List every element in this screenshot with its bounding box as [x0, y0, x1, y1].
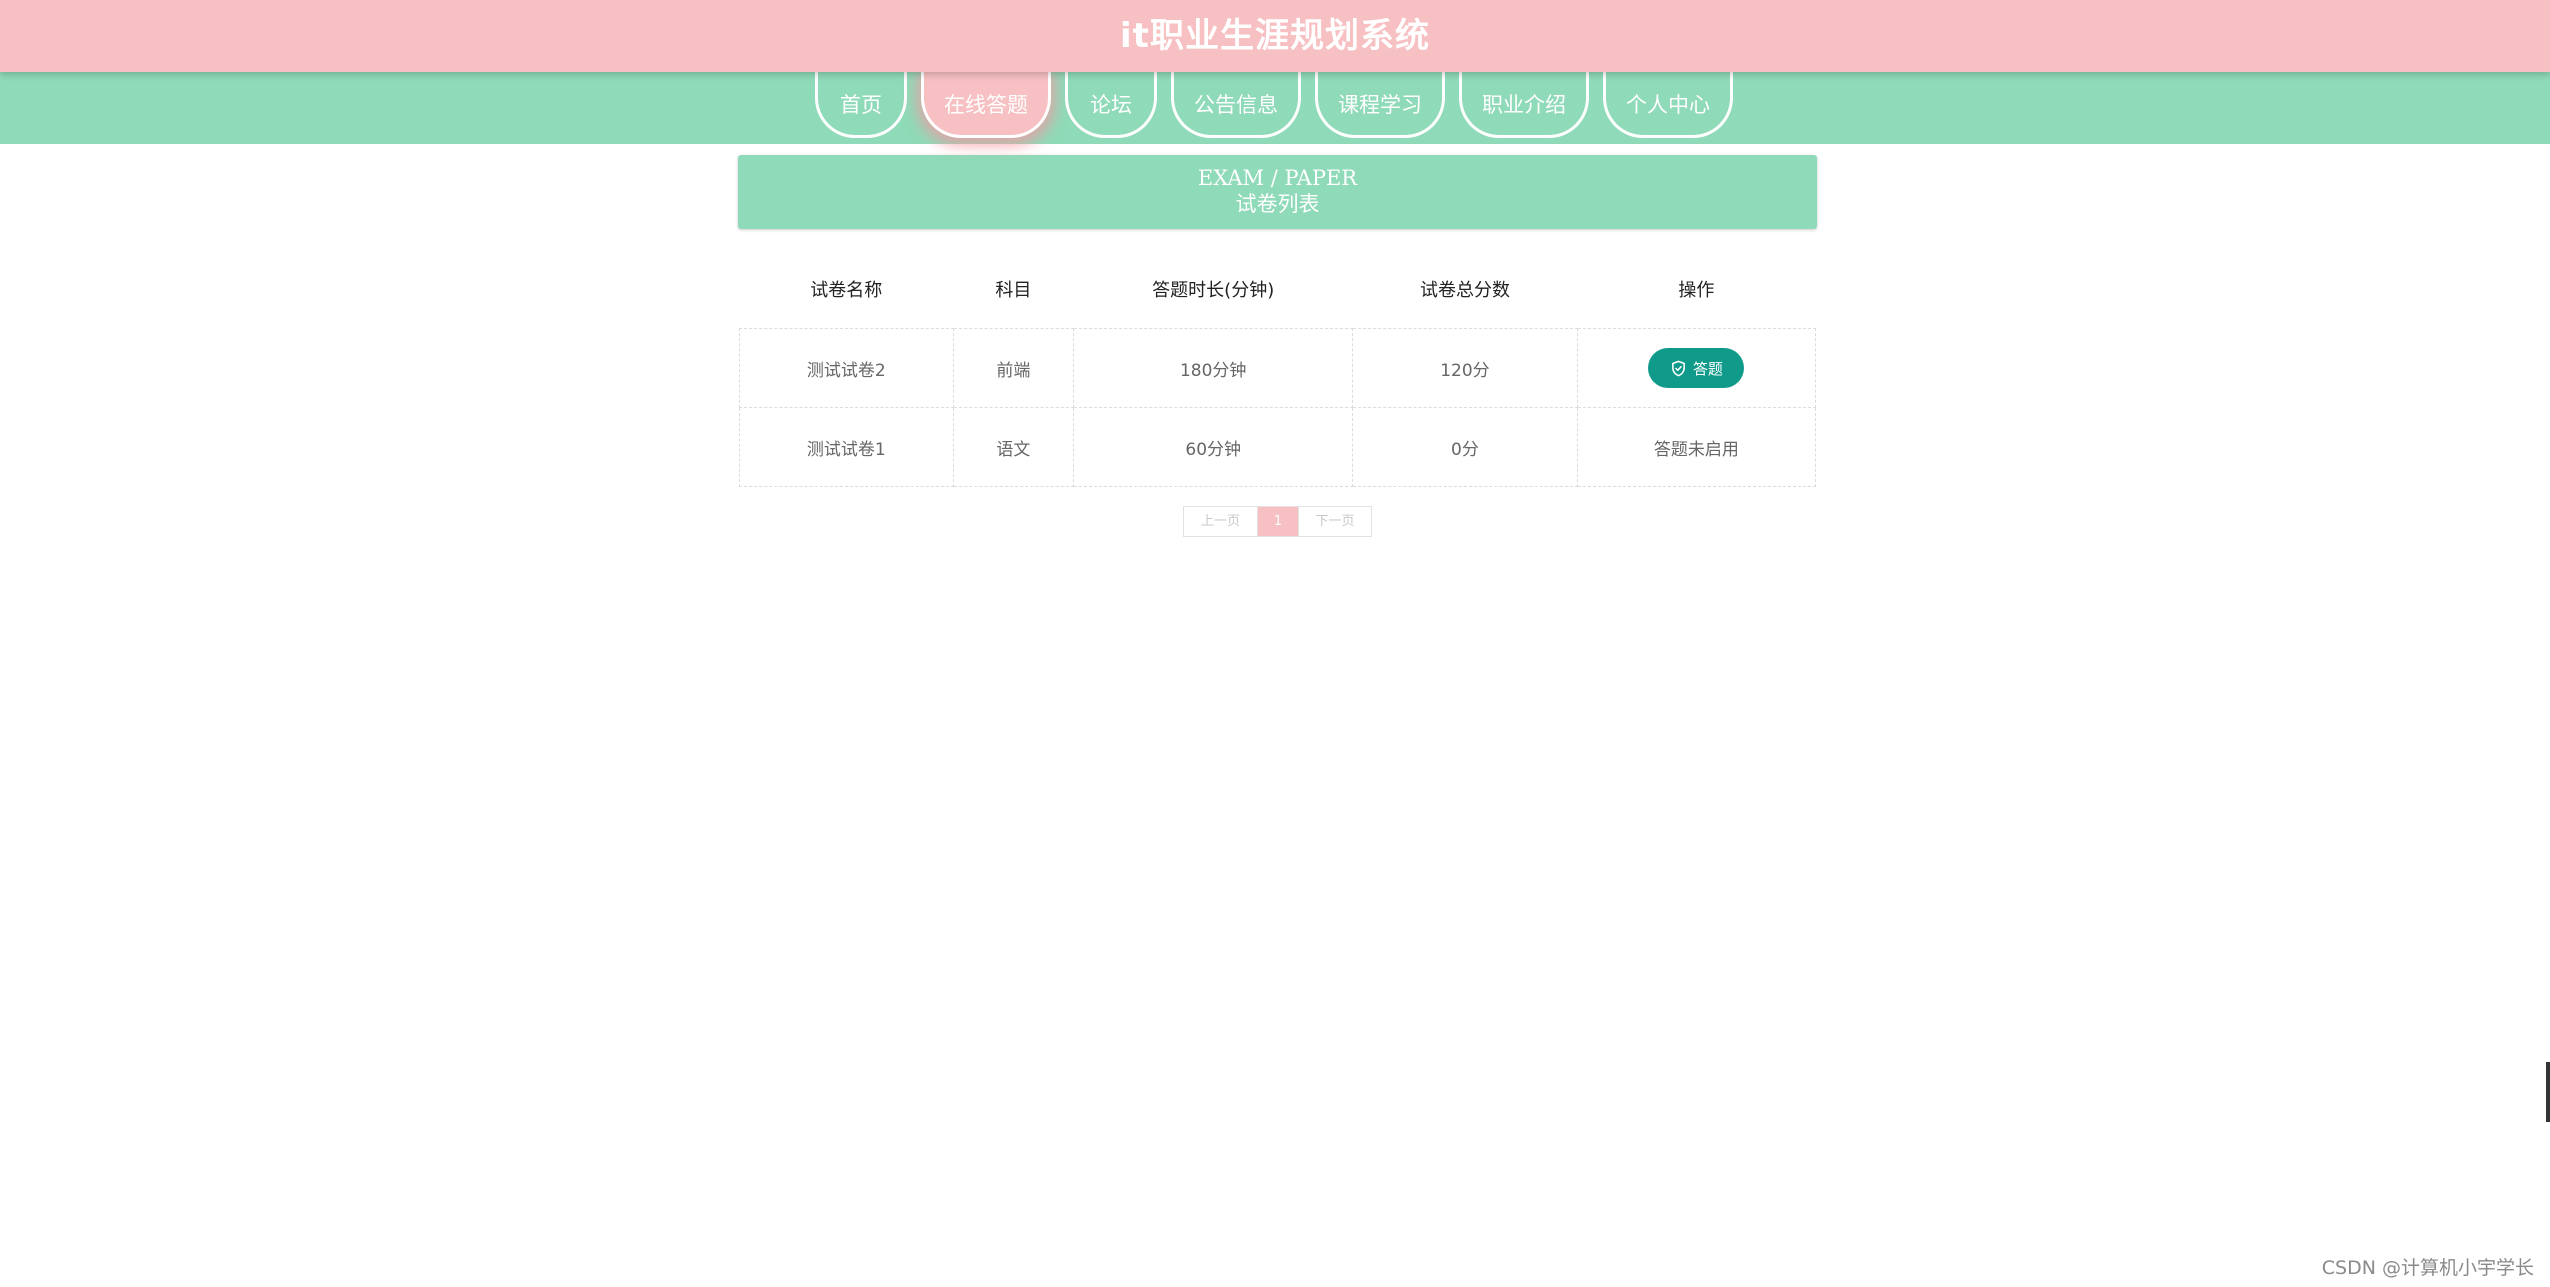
exam-list-table: 试卷名称 科目 答题时长(分钟) 试卷总分数 操作 测试试卷2 前端 180分钟…: [739, 250, 1817, 487]
main-nav: 首页 在线答题 论坛 公告信息 课程学习 职业介绍 个人中心: [0, 72, 2550, 144]
nav-item-forum[interactable]: 论坛: [1065, 72, 1157, 138]
nav-list: 首页 在线答题 论坛 公告信息 课程学习 职业介绍 个人中心: [815, 72, 1733, 142]
header-action: 操作: [1678, 280, 1715, 301]
table-row: 测试试卷1 语文 60分钟 0分 答题未启用: [739, 407, 1817, 487]
header-total-score: 试卷总分数: [1419, 280, 1510, 301]
watermark: CSDN @计算机小宇学长: [2321, 1257, 2534, 1279]
nav-item-online-exam[interactable]: 在线答题: [921, 72, 1051, 138]
nav-item-courses[interactable]: 课程学习: [1315, 72, 1445, 138]
cell-subject: 前端: [952, 328, 1075, 408]
header-duration: 答题时长(分钟): [1152, 280, 1275, 301]
cell-total-score: 0分: [1352, 407, 1578, 487]
nav-item-home[interactable]: 首页: [815, 72, 907, 138]
scrollbar-handle[interactable]: [2546, 1062, 2550, 1122]
nav-item-user-center[interactable]: 个人中心: [1603, 72, 1733, 138]
nav-item-announcements[interactable]: 公告信息: [1171, 72, 1301, 138]
next-page-button[interactable]: 下一页: [1298, 507, 1371, 536]
cell-paper-name: 测试试卷2: [739, 328, 954, 408]
cell-paper-name: 测试试卷1: [739, 407, 954, 487]
top-header: it职业生涯规划系统: [0, 0, 2550, 72]
shield-check-icon: [1670, 360, 1687, 377]
table-header-row: 试卷名称 科目 答题时长(分钟) 试卷总分数 操作: [740, 250, 1816, 329]
cell-action-status: 答题未启用: [1576, 407, 1817, 487]
site-title: it职业生涯规划系统: [1120, 16, 1430, 56]
cell-duration: 60分钟: [1073, 407, 1354, 487]
header-paper-name: 试卷名称: [810, 280, 883, 301]
page-number-current[interactable]: 1: [1258, 507, 1298, 536]
nav-item-careers[interactable]: 职业介绍: [1459, 72, 1589, 138]
answer-button[interactable]: 答题: [1648, 348, 1745, 388]
header-subject: 科目: [995, 280, 1032, 301]
section-banner: EXAM / PAPER 试卷列表: [738, 155, 1817, 229]
cell-total-score: 120分: [1352, 328, 1578, 408]
cell-action: 答题: [1576, 328, 1817, 408]
banner-title-cn: 试卷列表: [1235, 192, 1320, 216]
prev-page-button[interactable]: 上一页: [1184, 507, 1258, 536]
cell-subject: 语文: [952, 407, 1075, 487]
cell-duration: 180分钟: [1073, 328, 1354, 408]
table-row: 测试试卷2 前端 180分钟 120分 答题: [739, 328, 1817, 408]
pagination: 上一页 1 下一页: [1183, 506, 1372, 537]
banner-title-en: EXAM / PAPER: [1197, 166, 1358, 190]
answer-button-label: 答题: [1692, 359, 1723, 378]
